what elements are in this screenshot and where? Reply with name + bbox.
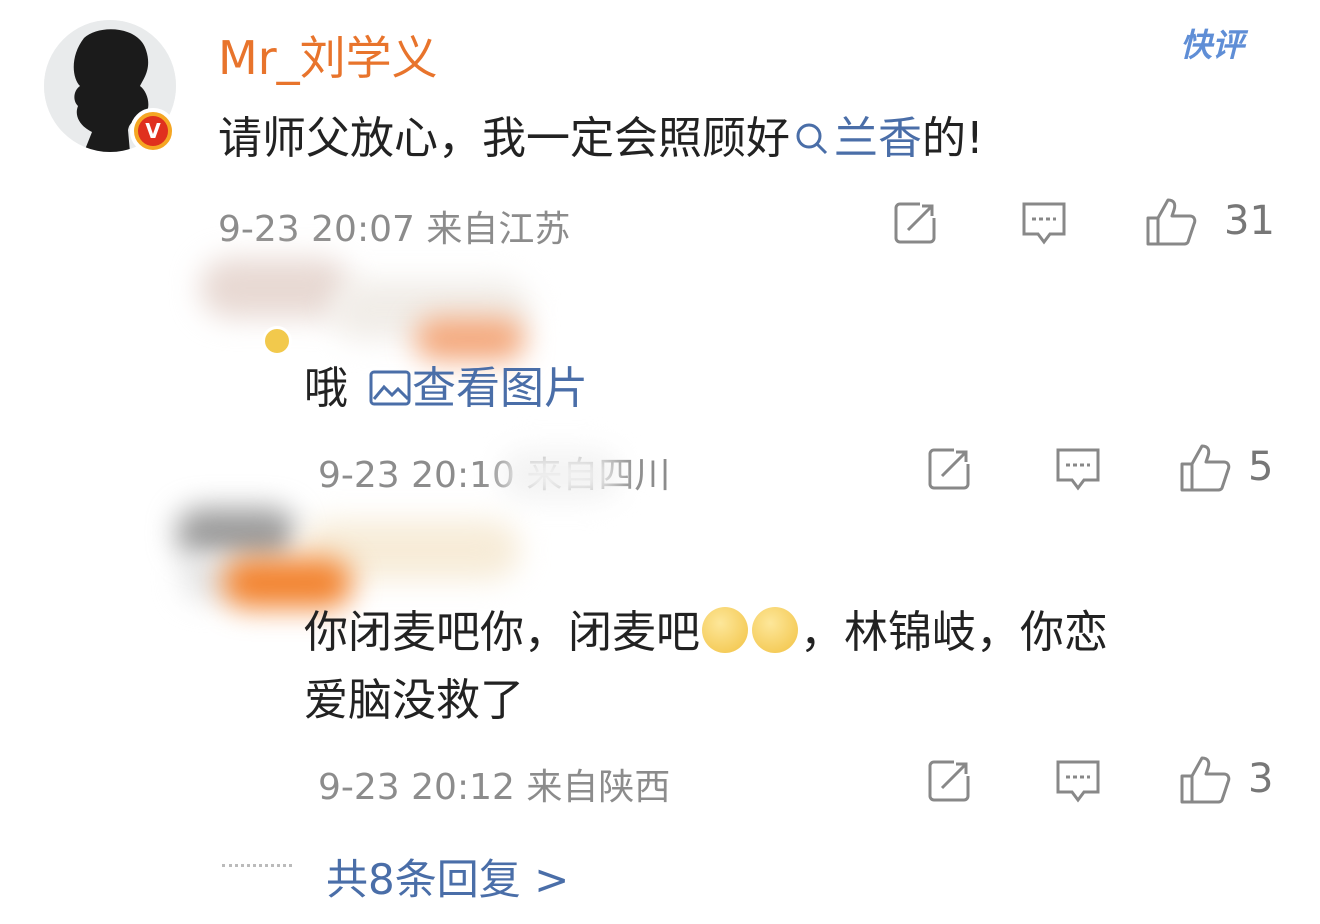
repost-button[interactable] [926,756,974,804]
reply-text-part: 哦 [304,363,348,414]
verified-badge-small [262,326,292,356]
verified-v-icon: V [138,116,168,146]
view-image-label: 查看图片 [412,363,588,414]
comment-text: 请师父放心，我一定会照顾好 兰香的! [218,102,984,166]
thumbs-up-icon [1180,444,1231,492]
thumbs-up-icon [1146,198,1197,246]
reply-button[interactable] [1020,200,1068,246]
comment-icon [1056,760,1100,803]
comment-username[interactable]: Mr_刘学义 [218,22,438,88]
like-count: 5 [1248,444,1274,490]
blurred-avatar [176,508,296,558]
reply-text: 哦 查看图片 [304,352,588,416]
reply-button[interactable] [1054,446,1102,492]
search-link-label: 兰香 [834,113,922,164]
reply-meta: 9-23 20:12 来自陕西 [318,767,671,808]
image-icon [369,370,411,406]
like-button[interactable] [1178,442,1232,494]
comment-meta: 9-23 20:07 来自江苏 [218,209,571,250]
quick-comment-button[interactable]: 快评 [1180,20,1244,66]
comment-text-part: 请师父放心，我一定会照顾好 [218,113,790,164]
reply-text-line1: 你闭麦吧你，闭麦吧 ，林锦岐，你恋 [304,596,1108,660]
view-image-link[interactable]: 查看图片 [362,363,588,414]
like-button[interactable] [1144,196,1198,248]
comment-text-end: 的! [922,113,984,164]
thumbs-up-icon [1180,756,1231,804]
like-count: 3 [1248,756,1274,802]
more-replies-link[interactable]: 共8条回复 > [326,846,569,907]
comment-icon [1022,202,1066,245]
like-button[interactable] [1178,754,1232,806]
reply-text-part: 你闭麦吧你，闭麦吧 [304,607,700,658]
search-icon [796,123,828,155]
verified-badge: V [130,108,176,154]
share-icon [928,447,971,490]
grimace-emoji-icon [752,607,798,653]
blurred-avatar [200,258,350,318]
grimace-emoji-icon [702,607,748,653]
reply-text-part: ，林锦岐，你恋 [800,607,1108,658]
reply-text-line2: 爱脑没救了 [304,675,524,726]
share-icon [894,201,937,244]
search-link[interactable]: 兰香 [790,113,922,164]
share-icon [928,759,971,802]
repost-button[interactable] [926,444,974,492]
more-replies-divider [222,864,292,867]
repost-button[interactable] [892,198,940,246]
like-count: 31 [1224,198,1275,244]
reply-button[interactable] [1054,758,1102,804]
blur-overlay [500,450,620,500]
comment-icon [1056,448,1100,491]
